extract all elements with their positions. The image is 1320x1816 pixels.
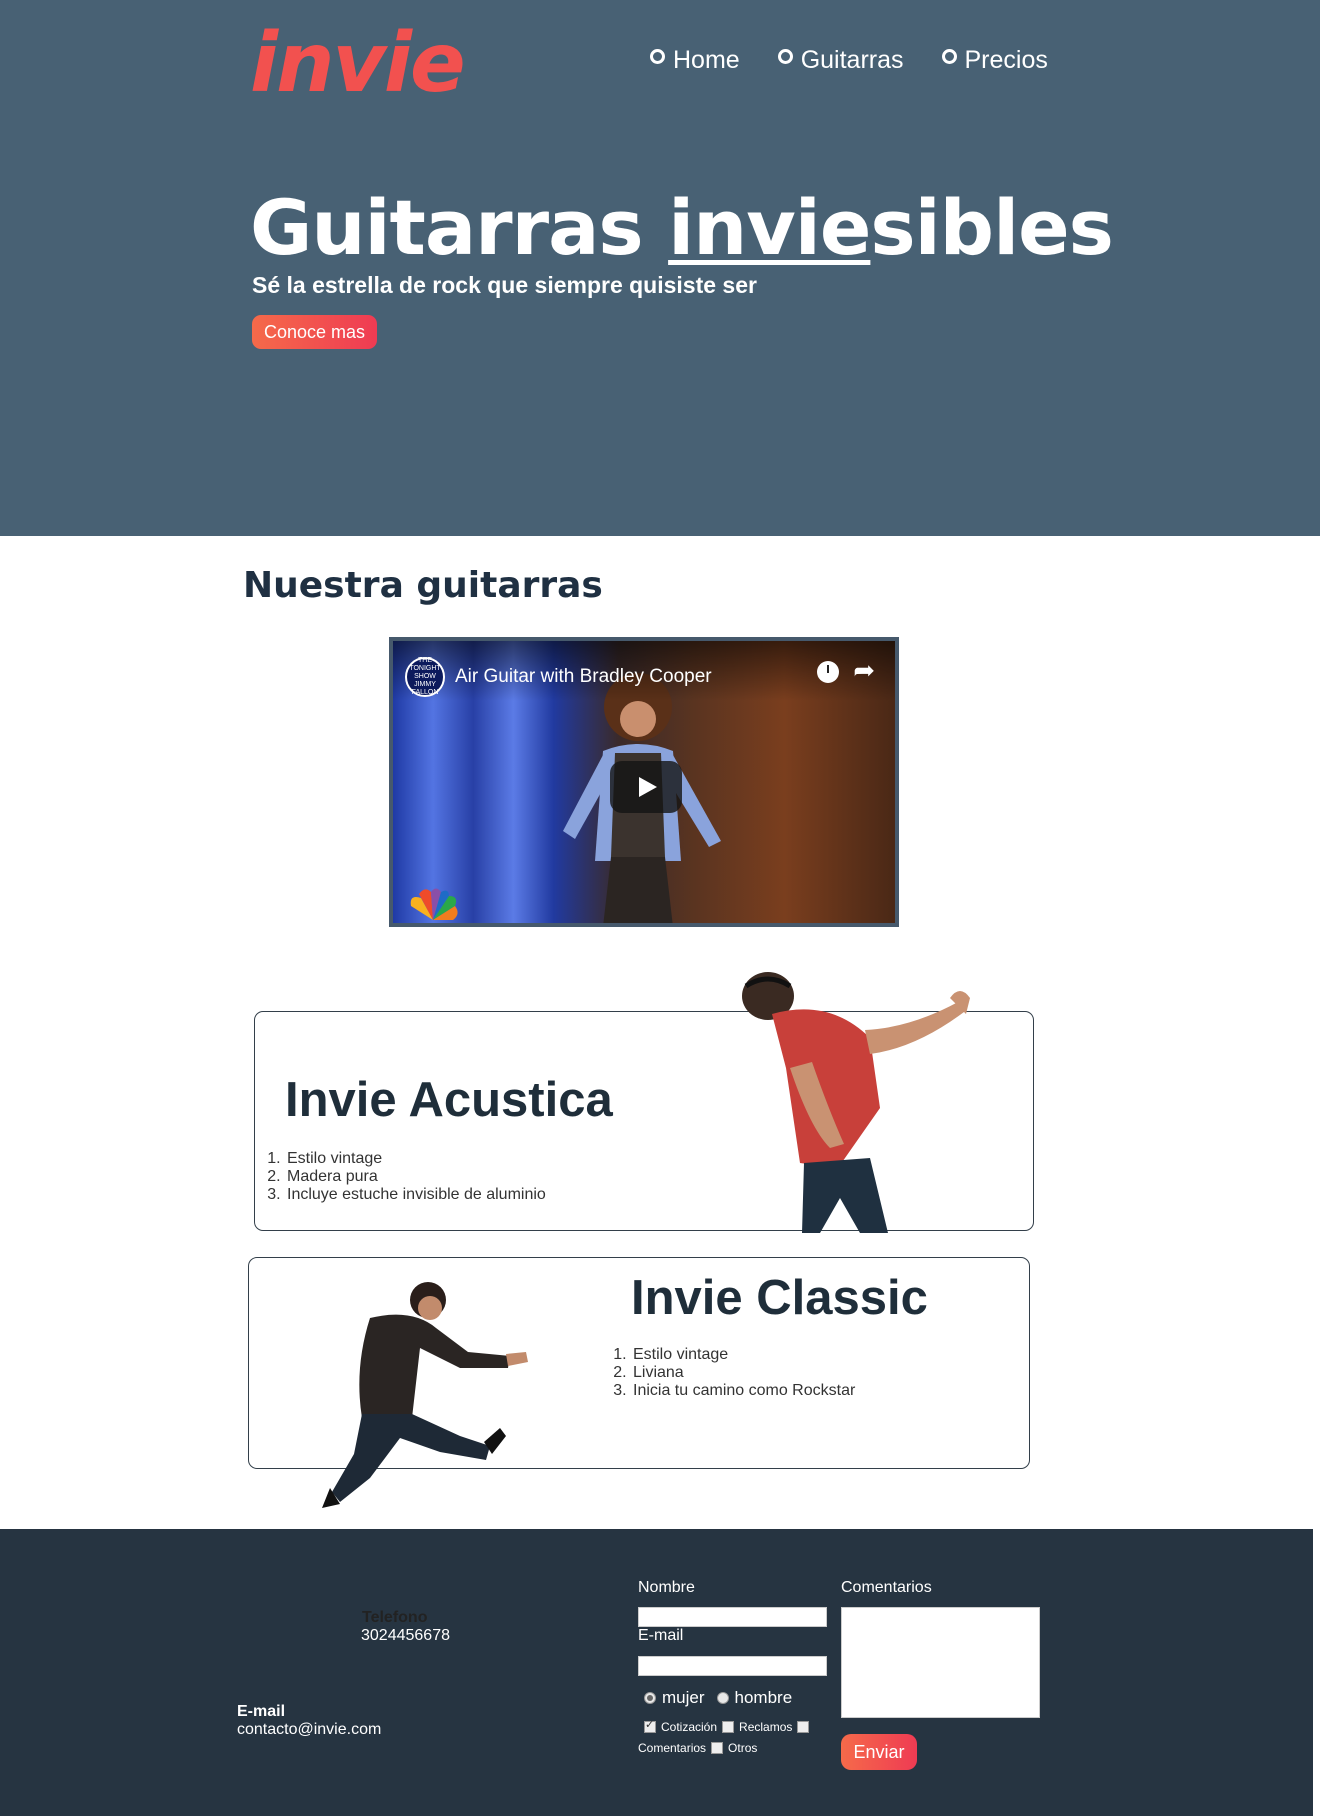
circle-bullet-icon <box>650 49 665 64</box>
gender-radio-group: mujer hombre <box>644 1688 792 1708</box>
hero-title: Guitarras inviesibles <box>250 183 1114 272</box>
air-guitar-man-image <box>742 972 970 1233</box>
radio-label: hombre <box>734 1688 793 1707</box>
hero-subtitle: Sé la estrella de rock que siempre quisi… <box>252 272 757 298</box>
name-field[interactable] <box>638 1607 827 1627</box>
hero-section: invie Home Guitarras Precios Guitarras i… <box>0 0 1320 536</box>
checkbox-label: Otros <box>728 1741 758 1755</box>
list-item: Estilo vintage <box>285 1150 546 1168</box>
checkbox-otros[interactable] <box>711 1742 724 1754</box>
feature-list: Estilo vintage Liviana Inicia tu camino … <box>613 1346 855 1400</box>
hero-title-suffix: sibles <box>870 183 1114 272</box>
checkbox-reclamos[interactable] <box>722 1721 735 1733</box>
learn-more-button[interactable]: Conoce mas <box>252 315 377 349</box>
nav-item-home[interactable]: Home <box>650 46 740 75</box>
brand-logo[interactable]: invie <box>250 23 466 105</box>
email-field-label: E-mail <box>638 1627 684 1644</box>
topic-checkboxes-row-1: Cotización Reclamos <box>644 1718 810 1734</box>
comments-textarea[interactable] <box>841 1607 1040 1718</box>
checkbox-label: Reclamos <box>739 1720 793 1734</box>
radio-hombre[interactable] <box>716 1692 729 1704</box>
nav-item-label: Home <box>673 46 740 74</box>
main-nav: Home Guitarras Precios <box>650 46 1048 75</box>
email-value: contacto@invie.com <box>237 1721 382 1738</box>
channel-avatar[interactable]: THE TONIGHT SHOW JIMMY FALLON <box>405 657 445 697</box>
list-item: Madera pura <box>285 1168 546 1186</box>
checkbox-label: Cotización <box>661 1720 718 1734</box>
section-title: Nuestra guitarras <box>243 565 603 606</box>
nbc-peacock-icon <box>410 888 458 920</box>
comments-label: Comentarios <box>841 1579 932 1596</box>
circle-bullet-icon <box>777 49 793 64</box>
jumping-man-image <box>322 1282 528 1508</box>
list-item: Estilo vintage <box>631 1346 855 1364</box>
checkbox-label: Comentarios <box>638 1741 707 1755</box>
share-icon[interactable]: ➦ <box>853 655 875 686</box>
circle-bullet-icon <box>941 49 957 64</box>
video-player[interactable]: THE TONIGHT SHOW JIMMY FALLON Air Guitar… <box>389 637 899 927</box>
phone-value: 3024456678 <box>361 1627 450 1644</box>
hero-title-underlined: invie <box>668 183 871 272</box>
email-label: E-mail <box>237 1703 286 1720</box>
submit-button[interactable]: Enviar <box>841 1734 917 1770</box>
checkbox-cotizacion[interactable] <box>644 1718 656 1733</box>
email-field[interactable] <box>638 1656 827 1676</box>
clock-icon[interactable] <box>817 661 839 683</box>
nav-item-guitarras[interactable]: Guitarras <box>777 46 904 75</box>
list-item: Inicia tu camino como Rockstar <box>631 1382 855 1400</box>
name-field-label: Nombre <box>638 1579 695 1596</box>
product-title: Invie Classic <box>631 1271 928 1325</box>
list-item: Incluye estuche invisible de aluminio <box>285 1186 546 1204</box>
radio-label: mujer <box>662 1688 705 1707</box>
topic-checkboxes-row-2: Comentarios Otros <box>638 1741 757 1755</box>
nav-item-precios[interactable]: Precios <box>941 46 1048 75</box>
hero-title-prefix: Guitarras <box>250 183 669 272</box>
phone-label: Telefono <box>362 1609 428 1626</box>
checkbox-comentarios[interactable] <box>797 1721 810 1733</box>
nav-item-label: Guitarras <box>800 46 904 74</box>
play-icon[interactable] <box>610 761 682 813</box>
video-title[interactable]: Air Guitar with Bradley Cooper <box>455 666 712 688</box>
radio-mujer[interactable] <box>644 1692 656 1704</box>
feature-list: Estilo vintage Madera pura Incluye estuc… <box>267 1150 546 1204</box>
list-item: Liviana <box>631 1364 855 1382</box>
product-title: Invie Acustica <box>285 1073 613 1127</box>
nav-item-label: Precios <box>964 46 1048 74</box>
